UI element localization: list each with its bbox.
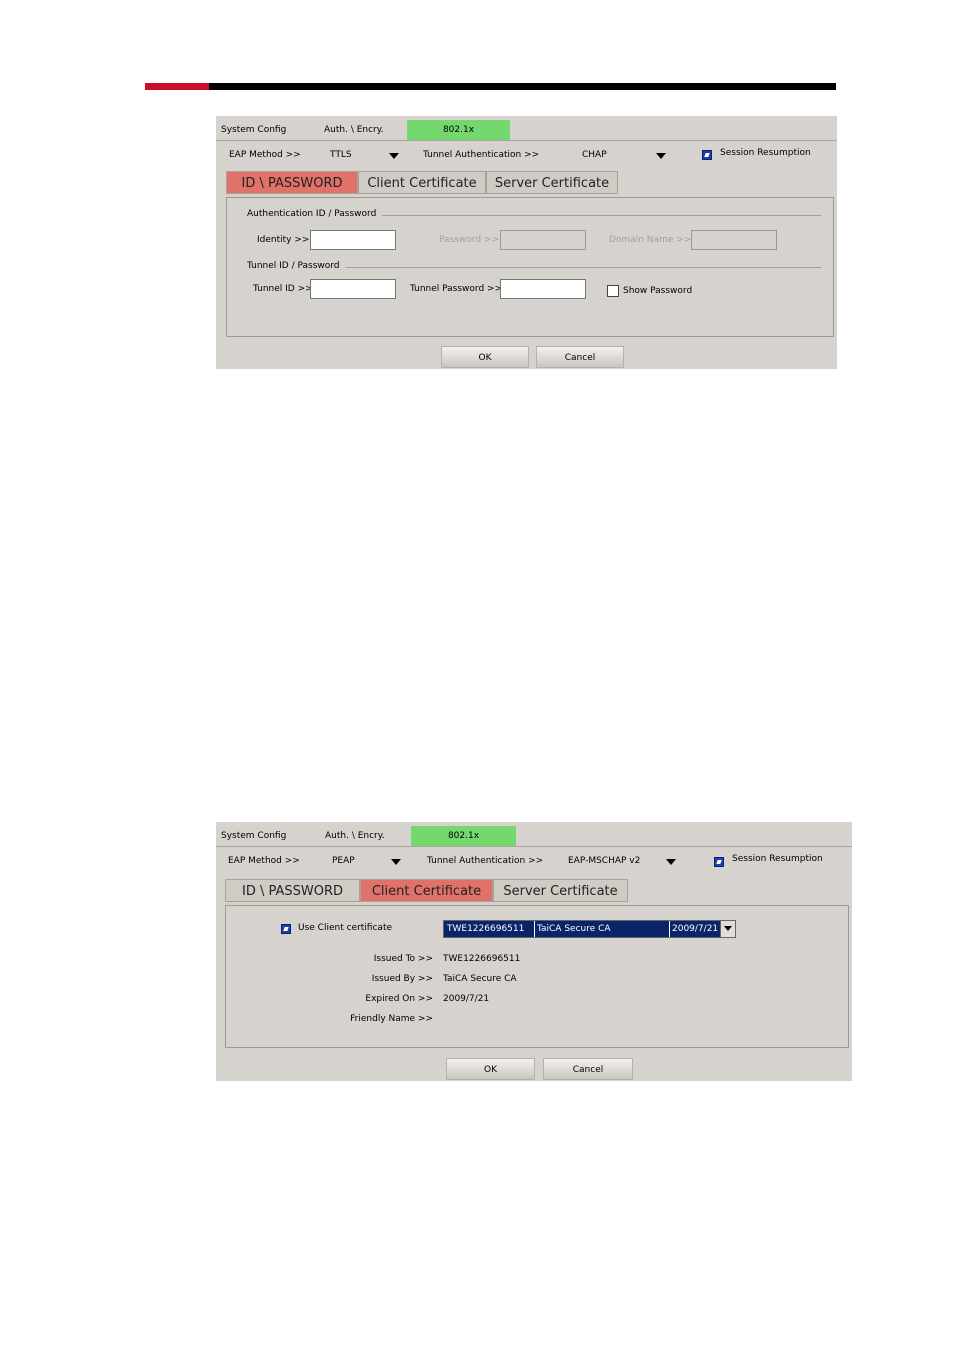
domain-name-input[interactable]	[691, 230, 777, 250]
tunnel-auth-select[interactable]: EAP-MSCHAP v2	[568, 850, 640, 872]
eap-method-dropdown-icon[interactable]	[391, 859, 401, 865]
tunnel-auth-dropdown-icon[interactable]	[666, 859, 676, 865]
dialog-8021x-ttls: System Config Auth. \ Encry. 802.1x EAP …	[216, 116, 837, 369]
client-certificate-panel: Use Client certificate TWE1226696511 Tai…	[225, 905, 849, 1048]
tab-system-config[interactable]: System Config	[217, 120, 307, 140]
group-divider	[339, 267, 821, 268]
eap-method-label: EAP Method >>	[229, 150, 301, 160]
friendly-name-label: Friendly Name >>	[350, 1014, 433, 1024]
session-resumption-label: Session Resumption	[720, 148, 811, 158]
subtab-client-certificate[interactable]: Client Certificate	[358, 171, 486, 194]
tunnel-group-header: Tunnel ID / Password	[227, 261, 833, 273]
header-black-bar	[209, 83, 836, 90]
issued-by-label: Issued By >>	[371, 974, 433, 984]
eap-method-label: EAP Method >>	[228, 856, 300, 866]
password-label: Password >>	[439, 235, 499, 245]
subtab-id-password[interactable]: ID \ PASSWORD	[225, 879, 360, 902]
show-password-label: Show Password	[623, 286, 693, 296]
column-separator	[534, 921, 535, 937]
header-red-bar	[145, 83, 209, 90]
session-resumption-checkbox[interactable]	[714, 857, 724, 867]
password-input[interactable]	[500, 230, 586, 250]
tunnel-auth-select[interactable]: CHAP	[582, 144, 607, 166]
subtab-client-certificate[interactable]: Client Certificate	[360, 879, 493, 902]
session-resumption-checkbox[interactable]	[702, 150, 712, 160]
show-password-checkbox[interactable]	[607, 285, 619, 297]
tunnel-auth-label: Tunnel Authentication >>	[427, 856, 544, 866]
tab-auth-encry[interactable]: Auth. \ Encry.	[321, 826, 409, 846]
chevron-down-icon[interactable]	[720, 921, 735, 937]
auth-group-title: Authentication ID / Password	[247, 209, 383, 219]
group-divider	[381, 215, 821, 216]
eap-method-select[interactable]: TTLS	[330, 144, 352, 166]
issued-to-value: TWE1226696511	[443, 954, 521, 964]
subtab-server-certificate[interactable]: Server Certificate	[486, 171, 618, 194]
tab-8021x[interactable]: 802.1x	[407, 120, 510, 140]
main-tab-strip: System Config Auth. \ Encry. 802.1x	[216, 822, 852, 847]
ok-button[interactable]: OK	[446, 1058, 535, 1080]
issued-to-label: Issued To >>	[373, 954, 433, 964]
use-client-certificate-label: Use Client certificate	[298, 923, 393, 933]
auth-group-header: Authentication ID / Password	[227, 209, 833, 221]
cancel-button[interactable]: Cancel	[543, 1058, 633, 1080]
tab-system-config[interactable]: System Config	[217, 826, 309, 846]
expired-on-value: 2009/7/21	[443, 994, 490, 1004]
tunnel-password-label: Tunnel Password >>	[410, 284, 503, 294]
main-tab-strip: System Config Auth. \ Encry. 802.1x	[216, 116, 837, 141]
eap-method-select[interactable]: PEAP	[332, 850, 355, 872]
tunnel-password-input[interactable]	[500, 279, 586, 299]
dialog-8021x-peap: System Config Auth. \ Encry. 802.1x EAP …	[216, 822, 852, 1081]
domain-name-label: Domain Name >>	[609, 235, 692, 245]
expired-on-label: Expired On >>	[365, 994, 433, 1004]
cert-expiry: 2009/7/21	[672, 924, 719, 934]
tunnel-id-input[interactable]	[310, 279, 396, 299]
tunnel-id-label: Tunnel ID >>	[253, 284, 313, 294]
identity-input[interactable]	[310, 230, 396, 250]
subtab-server-certificate[interactable]: Server Certificate	[493, 879, 628, 902]
id-password-panel: Authentication ID / Password Identity >>…	[226, 197, 834, 337]
use-client-certificate-checkbox[interactable]	[281, 924, 291, 934]
identity-label: Identity >>	[257, 235, 310, 245]
ok-button[interactable]: OK	[441, 346, 529, 368]
cert-issued-by: TaiCA Secure CA	[537, 924, 611, 934]
issued-by-value: TaiCA Secure CA	[443, 974, 517, 984]
tunnel-auth-dropdown-icon[interactable]	[656, 153, 666, 159]
subtab-id-password[interactable]: ID \ PASSWORD	[226, 171, 358, 194]
tab-auth-encry[interactable]: Auth. \ Encry.	[320, 120, 406, 140]
tab-8021x[interactable]: 802.1x	[411, 826, 516, 846]
column-separator	[669, 921, 670, 937]
session-resumption-label: Session Resumption	[732, 854, 823, 864]
certificate-select[interactable]: TWE1226696511 TaiCA Secure CA 2009/7/21	[443, 920, 736, 938]
tunnel-auth-label: Tunnel Authentication >>	[423, 150, 540, 160]
cancel-button[interactable]: Cancel	[536, 346, 624, 368]
cert-issued-to: TWE1226696511	[447, 924, 525, 934]
tunnel-group-title: Tunnel ID / Password	[247, 261, 346, 271]
eap-method-dropdown-icon[interactable]	[389, 153, 399, 159]
